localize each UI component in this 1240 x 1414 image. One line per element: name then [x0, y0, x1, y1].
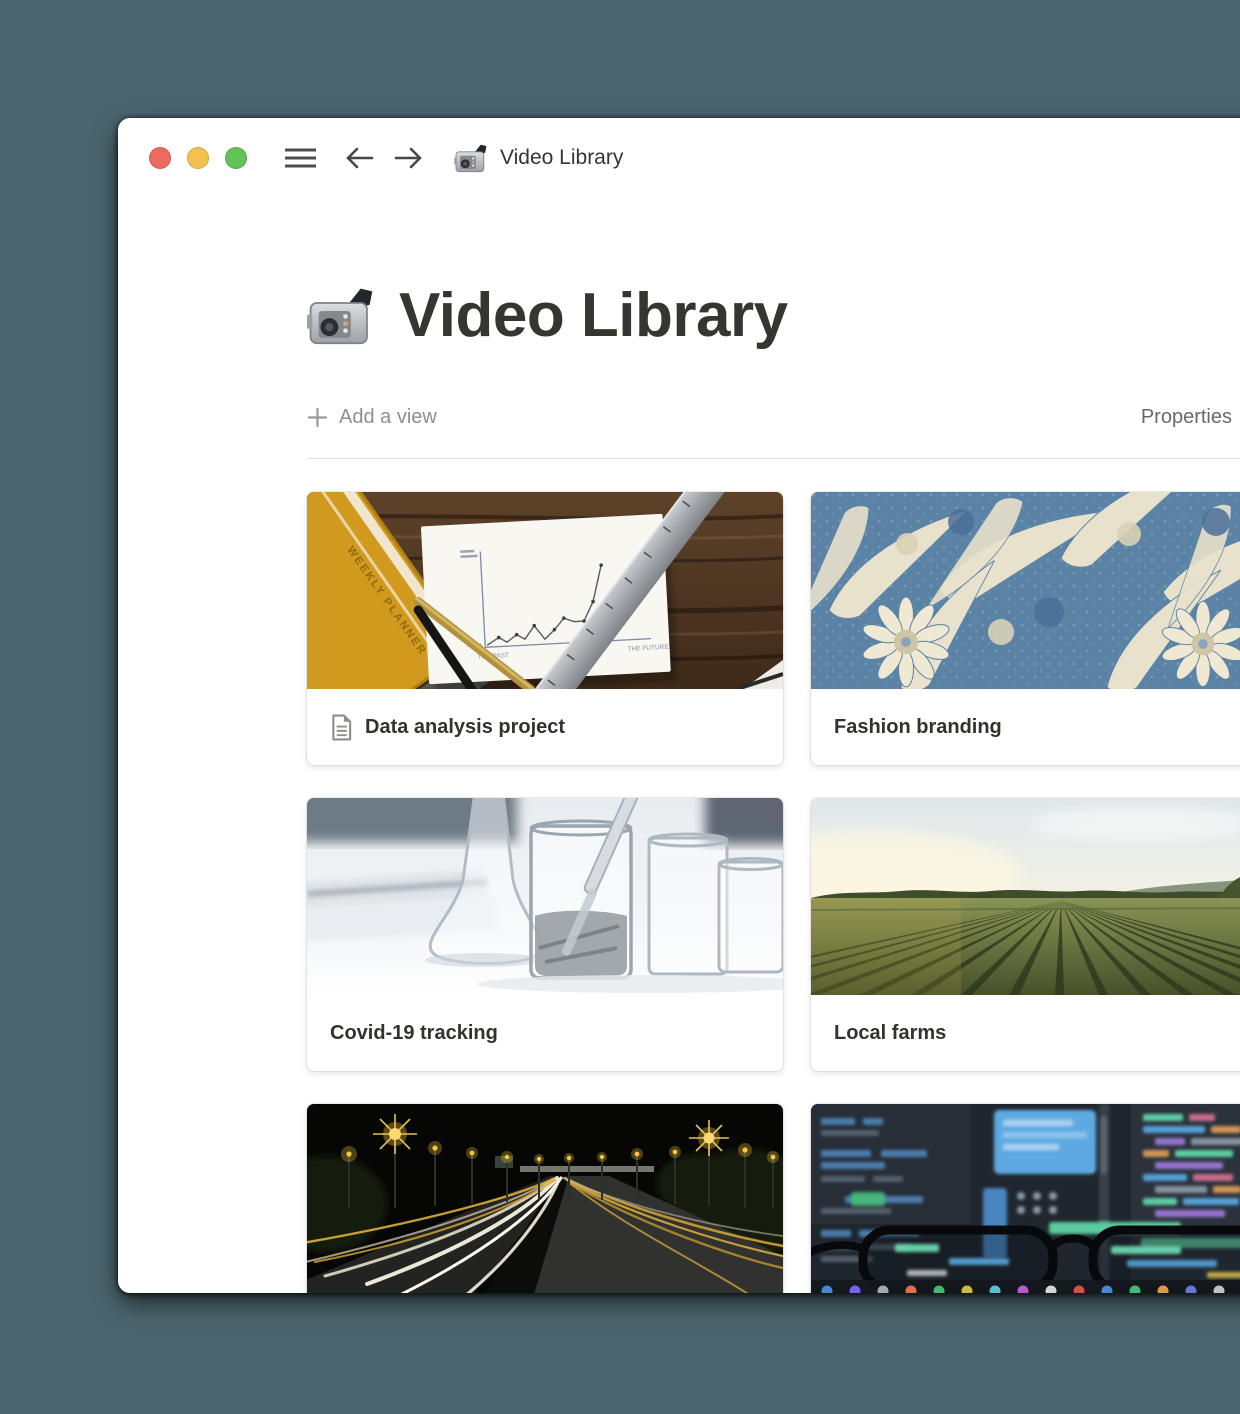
desk-chart-illustration: WEEKLY PLANNER — [307, 492, 783, 689]
app-window: Video Library Video Library — [118, 118, 1240, 1293]
card-cover-desk-chart: WEEKLY PLANNER — [307, 492, 783, 689]
card-title: Fashion branding — [834, 716, 1002, 739]
card-cover-lab-glassware — [307, 798, 783, 995]
card-caption: Covid-19 tracking — [307, 995, 783, 1071]
traffic-light-minimize[interactable] — [187, 147, 209, 169]
document-icon — [330, 714, 353, 741]
video-camera-icon — [454, 143, 488, 173]
card-caption: Local farms — [811, 995, 1240, 1071]
card-cover-code-screens — [811, 1104, 1240, 1293]
gallery-card-local-farms[interactable]: Local farms — [811, 798, 1240, 1071]
hamburger-menu-icon — [284, 146, 317, 170]
page-icon-button[interactable] — [307, 285, 375, 346]
back-arrow-icon — [344, 145, 375, 171]
add-view-button[interactable]: Add a view — [307, 406, 437, 429]
gallery-card-fashion-branding[interactable]: Fashion branding — [811, 492, 1240, 765]
add-view-label: Add a view — [339, 406, 437, 429]
video-camera-page-icon — [307, 285, 375, 346]
card-caption: Fashion branding — [811, 689, 1240, 765]
code-screens-illustration — [811, 1104, 1240, 1293]
hamburger-menu-button[interactable] — [284, 146, 317, 170]
gallery-grid: WEEKLY PLANNER — [307, 492, 1240, 1293]
page-title: Video Library — [399, 280, 788, 351]
gallery-card-code-screens[interactable] — [811, 1104, 1240, 1293]
gallery-card-night-highway[interactable] — [307, 1104, 783, 1293]
lab-glassware-illustration — [307, 798, 783, 995]
traffic-light-zoom[interactable] — [225, 147, 247, 169]
card-cover-blue-floral — [811, 492, 1240, 689]
page-header: Video Library — [307, 272, 1240, 358]
card-caption: Data analysis project — [307, 689, 783, 765]
titlebar-page-icon — [454, 143, 488, 173]
window-titlebar: Video Library — [149, 146, 623, 170]
card-title: Local farms — [834, 1022, 946, 1045]
forward-arrow-icon — [393, 145, 424, 171]
gallery-card-covid-tracking[interactable]: Covid-19 tracking — [307, 798, 783, 1071]
plus-icon — [307, 407, 328, 428]
properties-button[interactable]: Properties — [1141, 406, 1232, 429]
gallery-card-data-analysis[interactable]: WEEKLY PLANNER — [307, 492, 783, 765]
traffic-light-close[interactable] — [149, 147, 171, 169]
page-content: Video Library Add a view Properties — [118, 272, 1240, 1293]
floral-pattern-illustration — [811, 492, 1240, 689]
night-highway-illustration — [307, 1104, 783, 1293]
card-cover-farm-field — [811, 798, 1240, 995]
view-toolbar: Add a view Properties — [307, 402, 1232, 432]
card-title: Covid-19 tracking — [330, 1022, 498, 1045]
farm-field-illustration — [811, 798, 1240, 995]
titlebar-page-title: Video Library — [500, 146, 623, 170]
card-title: Data analysis project — [365, 716, 565, 739]
forward-button[interactable] — [393, 145, 424, 171]
back-button[interactable] — [344, 145, 375, 171]
card-cover-night-highway — [307, 1104, 783, 1293]
toolbar-divider — [307, 458, 1240, 459]
